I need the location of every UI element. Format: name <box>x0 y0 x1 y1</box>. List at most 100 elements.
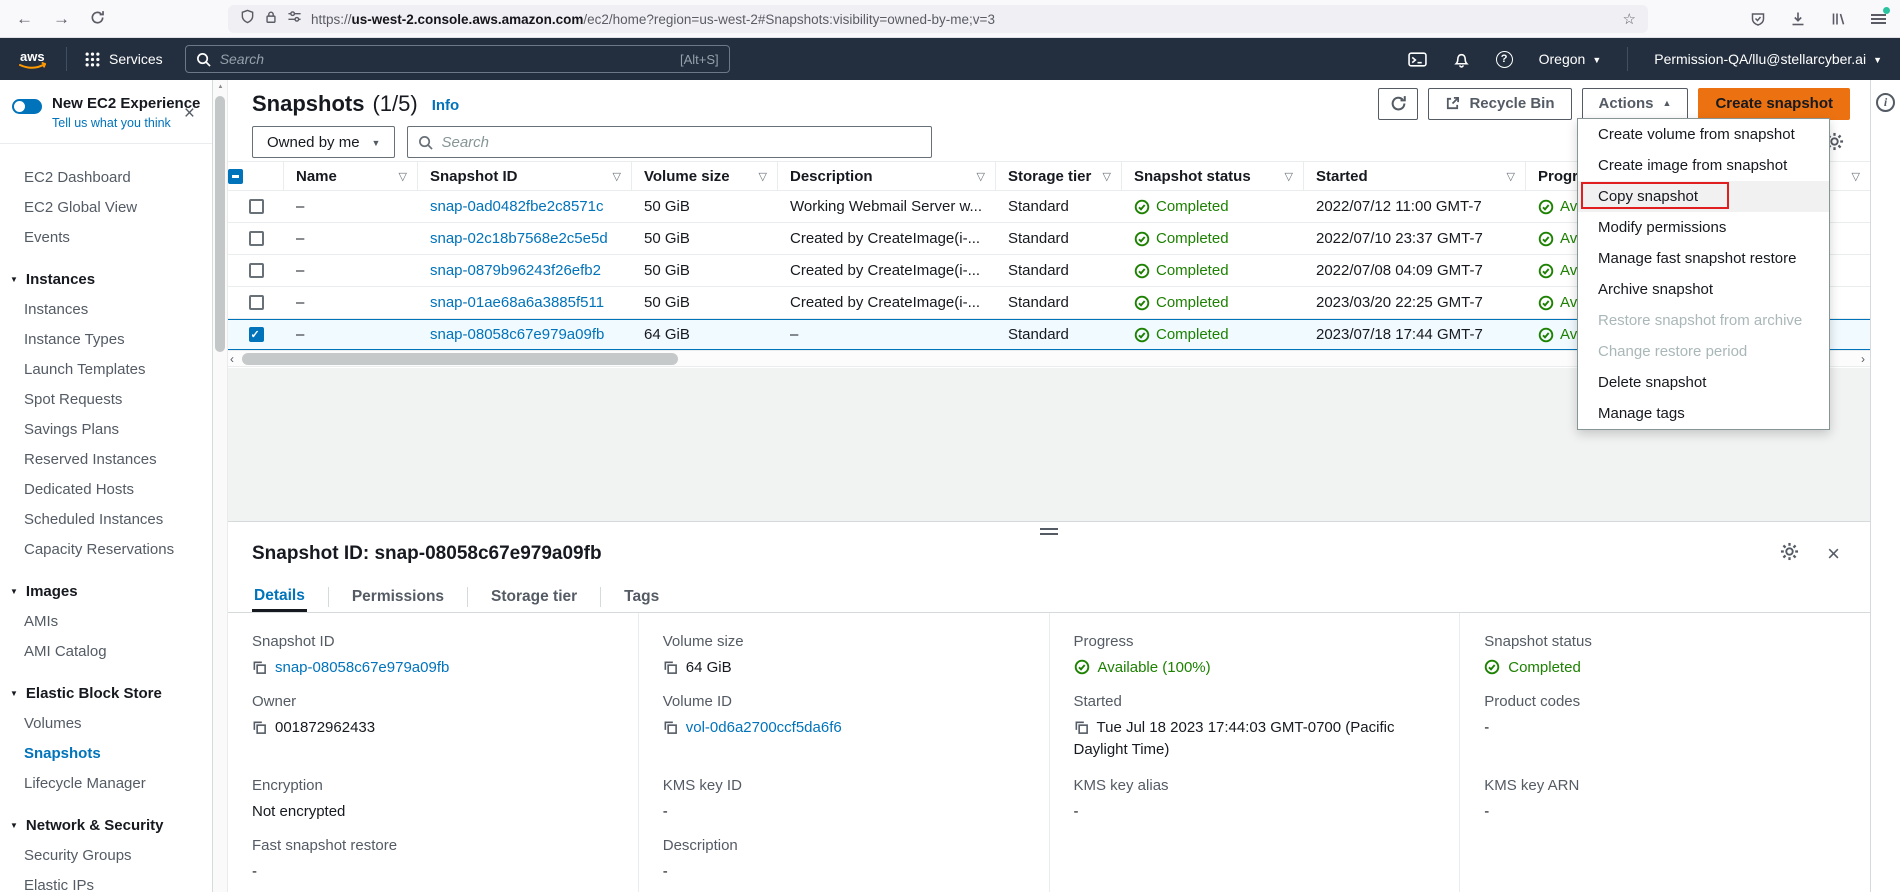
help-icon[interactable]: ? <box>1496 51 1513 68</box>
sidebar-item-spot-requests[interactable]: Spot Requests <box>0 384 212 414</box>
console-search[interactable]: [Alt+S] <box>185 45 730 73</box>
column-header-snapshot-status[interactable]: Snapshot status▽ <box>1122 162 1304 190</box>
permissions-icon[interactable] <box>287 9 302 29</box>
scroll-right-icon[interactable]: › <box>1861 352 1865 366</box>
experience-toggle[interactable] <box>12 99 42 114</box>
copy-icon[interactable] <box>252 720 267 735</box>
sidebar-item-snapshots[interactable]: Snapshots <box>0 738 212 768</box>
url-bar[interactable]: https://us-west-2.console.aws.amazon.com… <box>228 5 1648 33</box>
pocket-shield-icon[interactable] <box>1748 9 1768 29</box>
sidebar-item-elastic-ips[interactable]: Elastic IPs <box>0 870 212 892</box>
region-selector[interactable]: Oregon▼ <box>1539 51 1602 67</box>
copy-icon[interactable] <box>1074 720 1089 735</box>
sidebar-item-dedicated-hosts[interactable]: Dedicated Hosts <box>0 474 212 504</box>
feedback-link[interactable]: Tell us what you think <box>52 116 198 130</box>
sidebar-item-volumes[interactable]: Volumes <box>0 708 212 738</box>
info-icon[interactable]: i <box>1876 93 1895 112</box>
services-menu[interactable]: Services <box>85 51 163 67</box>
tab-tags[interactable]: Tags <box>622 582 661 612</box>
forward-icon[interactable]: → <box>53 10 70 27</box>
sidebar-section-instances[interactable]: ▼Instances <box>0 264 212 294</box>
column-header-volume-size[interactable]: Volume size▽ <box>632 162 778 190</box>
menu-item-create-volume-from-snapshot[interactable]: Create volume from snapshot <box>1578 119 1829 150</box>
notifications-bell-icon[interactable] <box>1453 51 1470 68</box>
scroll-up-icon[interactable]: ▲ <box>213 84 228 90</box>
create-snapshot-button[interactable]: Create snapshot <box>1698 88 1850 120</box>
column-header-snapshot-id[interactable]: Snapshot ID▽ <box>418 162 632 190</box>
scrollbar-thumb[interactable] <box>215 96 225 352</box>
sidebar-item-scheduled-instances[interactable]: Scheduled Instances <box>0 504 212 534</box>
row-checkbox[interactable] <box>249 327 264 342</box>
sidebar-section-images[interactable]: ▼Images <box>0 576 212 606</box>
copy-icon[interactable] <box>252 660 267 675</box>
sidebar-item-savings-plans[interactable]: Savings Plans <box>0 414 212 444</box>
sidebar-item-instances[interactable]: Instances <box>0 294 212 324</box>
menu-item-copy-snapshot[interactable]: Copy snapshot <box>1578 181 1829 212</box>
panel-drag-handle[interactable] <box>1040 528 1058 538</box>
tracking-shield-icon[interactable] <box>240 9 255 29</box>
column-filter-icon[interactable]: ▽ <box>399 170 407 183</box>
column-filter-icon[interactable]: ▽ <box>1507 170 1515 183</box>
column-filter-icon[interactable]: ▽ <box>977 170 985 183</box>
row-checkbox[interactable] <box>249 199 264 214</box>
copy-icon[interactable] <box>663 660 678 675</box>
reload-icon[interactable] <box>90 10 105 28</box>
copy-icon[interactable] <box>663 720 678 735</box>
column-filter-icon[interactable]: ▽ <box>613 170 621 183</box>
column-header-started[interactable]: Started▽ <box>1304 162 1526 190</box>
snapshot-id-link[interactable]: snap-02c18b7568e2c5e5d <box>430 230 608 247</box>
row-checkbox[interactable] <box>249 231 264 246</box>
menu-item-manage-fast-snapshot-restore[interactable]: Manage fast snapshot restore <box>1578 243 1829 274</box>
sidebar-item-events[interactable]: Events <box>0 222 212 252</box>
refresh-button[interactable] <box>1378 88 1418 120</box>
sidebar-item-ec2-global-view[interactable]: EC2 Global View <box>0 192 212 222</box>
sidebar-item-reserved-instances[interactable]: Reserved Instances <box>0 444 212 474</box>
downloads-icon[interactable] <box>1788 9 1808 29</box>
recycle-bin-button[interactable]: Recycle Bin <box>1428 88 1571 120</box>
scrollbar-thumb[interactable] <box>242 353 678 365</box>
snapshot-id-link[interactable]: snap-08058c67e979a09fb <box>430 326 604 343</box>
snapshot-search-input[interactable] <box>441 134 921 151</box>
close-icon[interactable]: × <box>184 104 195 123</box>
library-icon[interactable] <box>1828 9 1848 29</box>
row-checkbox[interactable] <box>249 295 264 310</box>
tab-details[interactable]: Details <box>252 582 307 612</box>
menu-item-manage-tags[interactable]: Manage tags <box>1578 398 1829 429</box>
sidebar-item-ec2-dashboard[interactable]: EC2 Dashboard <box>0 162 212 192</box>
row-checkbox[interactable] <box>249 263 264 278</box>
lock-icon[interactable] <box>264 10 278 29</box>
column-filter-icon[interactable]: ▽ <box>1285 170 1293 183</box>
scroll-left-icon[interactable]: ‹ <box>230 352 234 366</box>
sidebar-item-security-groups[interactable]: Security Groups <box>0 840 212 870</box>
console-search-input[interactable] <box>220 51 671 67</box>
ownership-filter-dropdown[interactable]: Owned by me▼ <box>252 126 395 158</box>
info-link[interactable]: Info <box>432 97 460 114</box>
sidebar-item-lifecycle-manager[interactable]: Lifecycle Manager <box>0 768 212 798</box>
sidebar-item-ami-catalog[interactable]: AMI Catalog <box>0 636 212 666</box>
menu-item-delete-snapshot[interactable]: Delete snapshot <box>1578 367 1829 398</box>
detail-value-volume-id[interactable]: vol-0d6a2700ccf5da6f6 <box>686 719 842 736</box>
menu-icon[interactable] <box>1868 9 1888 29</box>
menu-item-create-image-from-snapshot[interactable]: Create image from snapshot <box>1578 150 1829 181</box>
sidebar-item-amis[interactable]: AMIs <box>0 606 212 636</box>
column-filter-icon[interactable]: ▽ <box>1852 170 1860 183</box>
sidebar-item-capacity-reservations[interactable]: Capacity Reservations <box>0 534 212 564</box>
bookmark-star-icon[interactable]: ☆ <box>1623 10 1636 28</box>
sidebar-section-network-security[interactable]: ▼Network & Security <box>0 810 212 840</box>
sidebar-item-launch-templates[interactable]: Launch Templates <box>0 354 212 384</box>
cloudshell-icon[interactable] <box>1408 51 1427 68</box>
snapshot-search[interactable] <box>407 126 932 158</box>
tab-storage-tier[interactable]: Storage tier <box>489 582 579 612</box>
select-all-checkbox[interactable] <box>228 169 243 184</box>
aws-logo[interactable]: aws <box>14 46 52 72</box>
tab-permissions[interactable]: Permissions <box>350 582 446 612</box>
snapshot-id-link[interactable]: snap-01ae68a6a3885f511 <box>430 294 604 311</box>
column-header-storage-tier[interactable]: Storage tier▽ <box>996 162 1122 190</box>
column-header-description[interactable]: Description▽ <box>778 162 996 190</box>
sidebar-item-instance-types[interactable]: Instance Types <box>0 324 212 354</box>
column-filter-icon[interactable]: ▽ <box>759 170 767 183</box>
panel-settings-gear-icon[interactable] <box>1780 542 1799 566</box>
vertical-scrollbar[interactable]: ▲ <box>213 80 228 892</box>
detail-value-snapshot-id[interactable]: snap-08058c67e979a09fb <box>275 659 449 676</box>
menu-item-modify-permissions[interactable]: Modify permissions <box>1578 212 1829 243</box>
